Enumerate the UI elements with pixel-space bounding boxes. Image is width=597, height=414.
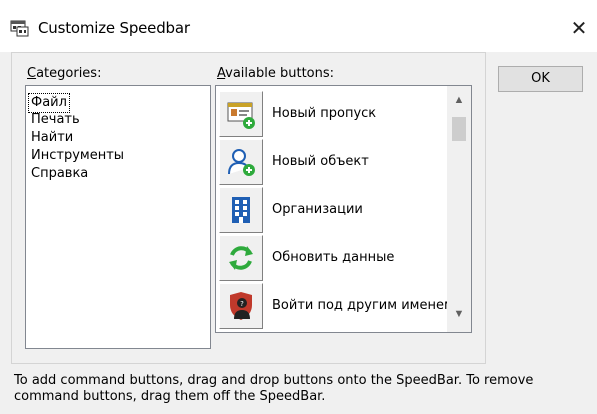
scroll-up-arrow-icon[interactable]: ▲ bbox=[447, 90, 471, 110]
button-row-switch-user[interactable]: ? Войти под другим именем bbox=[219, 283, 450, 329]
button-row-new-pass[interactable]: Новый пропуск bbox=[219, 91, 445, 137]
button-row-refresh[interactable]: Обновить данные bbox=[219, 235, 445, 281]
new-pass-icon bbox=[227, 102, 255, 129]
vertical-scrollbar[interactable]: ▲ ▼ bbox=[447, 86, 471, 332]
category-item-file[interactable]: Файл bbox=[28, 93, 70, 113]
new-object-icon bbox=[228, 149, 255, 176]
button-row-organizations[interactable]: Организации bbox=[219, 187, 445, 233]
category-item-tools[interactable]: Инструменты bbox=[29, 147, 126, 165]
categories-label: Categories: bbox=[27, 66, 102, 81]
new-pass-label: Новый пропуск bbox=[272, 106, 377, 121]
customize-speedbar-dialog: Customize Speedbar ✕ Categories: Availab… bbox=[0, 0, 597, 414]
available-buttons-label: Available buttons: bbox=[217, 66, 335, 81]
switch-user-button[interactable]: ? bbox=[219, 283, 263, 329]
category-item-help[interactable]: Справка bbox=[29, 165, 90, 183]
refresh-label: Обновить данные bbox=[272, 250, 395, 265]
button-row-new-object[interactable]: Новый объект bbox=[219, 139, 445, 185]
category-item-find[interactable]: Найти bbox=[29, 129, 75, 147]
organizations-button[interactable] bbox=[219, 187, 263, 233]
available-buttons-list[interactable]: Новый пропуск Новый объект Организации О… bbox=[215, 85, 472, 333]
categories-list[interactable]: Файл Печать Найти Инструменты Справка bbox=[25, 85, 211, 349]
organizations-label: Организации bbox=[272, 202, 363, 217]
switch-user-label: Войти под другим именем bbox=[272, 298, 450, 313]
refresh-icon bbox=[229, 246, 253, 270]
organizations-icon bbox=[232, 197, 250, 223]
new-object-button[interactable] bbox=[219, 139, 263, 185]
scroll-thumb[interactable] bbox=[452, 117, 466, 141]
switch-user-icon: ? bbox=[230, 292, 252, 320]
title-bar[interactable]: Customize Speedbar ✕ bbox=[0, 0, 597, 52]
close-button[interactable]: ✕ bbox=[561, 14, 597, 42]
ok-button[interactable]: OK bbox=[498, 66, 583, 92]
new-pass-button[interactable] bbox=[219, 91, 263, 137]
refresh-button[interactable] bbox=[219, 235, 263, 281]
category-item-print[interactable]: Печать bbox=[29, 111, 82, 129]
window-title: Customize Speedbar bbox=[38, 19, 190, 37]
new-object-label: Новый объект bbox=[272, 154, 369, 169]
scroll-down-arrow-icon[interactable]: ▼ bbox=[447, 304, 471, 324]
svg-text:?: ? bbox=[240, 300, 244, 308]
speedbar-icon bbox=[10, 19, 30, 37]
instructions-text: To add command buttons, drag and drop bu… bbox=[14, 373, 534, 404]
